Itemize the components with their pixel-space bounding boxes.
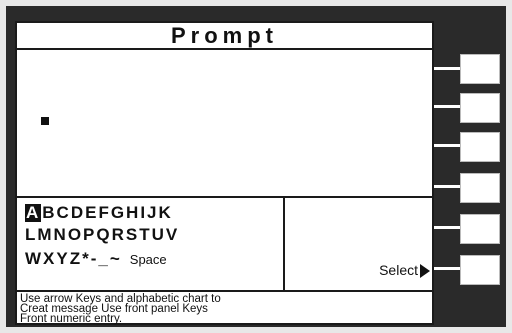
softkey-5-button[interactable] [460,214,500,244]
right-arrow-icon [420,264,430,278]
selected-character[interactable]: A [25,204,42,222]
chart-row-1[interactable]: A BCDEFGHIJK [25,204,173,222]
chart-row-3-chars[interactable]: WXYZ*-_~ [25,249,122,268]
softkey-6-line [434,267,460,270]
help-line-3: Front numeric entry. [20,313,123,325]
chart-row-3[interactable]: WXYZ*-_~ Space [25,250,167,269]
softkey-4-button[interactable] [460,173,500,203]
softkey-5-line [434,226,460,229]
space-option[interactable]: Space [130,252,167,267]
alphabetic-chart[interactable]: A BCDEFGHIJK LMNOPQRSTUV WXYZ*-_~ Space [17,198,285,290]
softkey-1-line [434,67,460,70]
softkey-3-button[interactable] [460,132,500,162]
help-text: Use arrow Keys and alphabetic chart to C… [17,290,432,325]
softkey-1-button[interactable] [460,54,500,84]
softkey-2-button[interactable] [460,93,500,123]
softkey-2-line [434,105,460,108]
page-title: Prompt [17,23,432,50]
select-panel: Select [285,198,432,290]
chart-row-1-chars[interactable]: BCDEFGHIJK [42,203,173,222]
message-input-area[interactable] [17,50,432,198]
lcd-screen: Prompt A BCDEFGHIJK LMNOPQRSTUV WXYZ*-_~ S… [15,21,434,325]
softkey-4-line [434,185,460,188]
select-label: Select [379,262,418,278]
chart-row-2[interactable]: LMNOPQRSTUV [25,226,179,244]
softkey-6-button[interactable] [460,255,500,285]
softkey-3-line [434,144,460,147]
text-cursor [41,117,49,125]
